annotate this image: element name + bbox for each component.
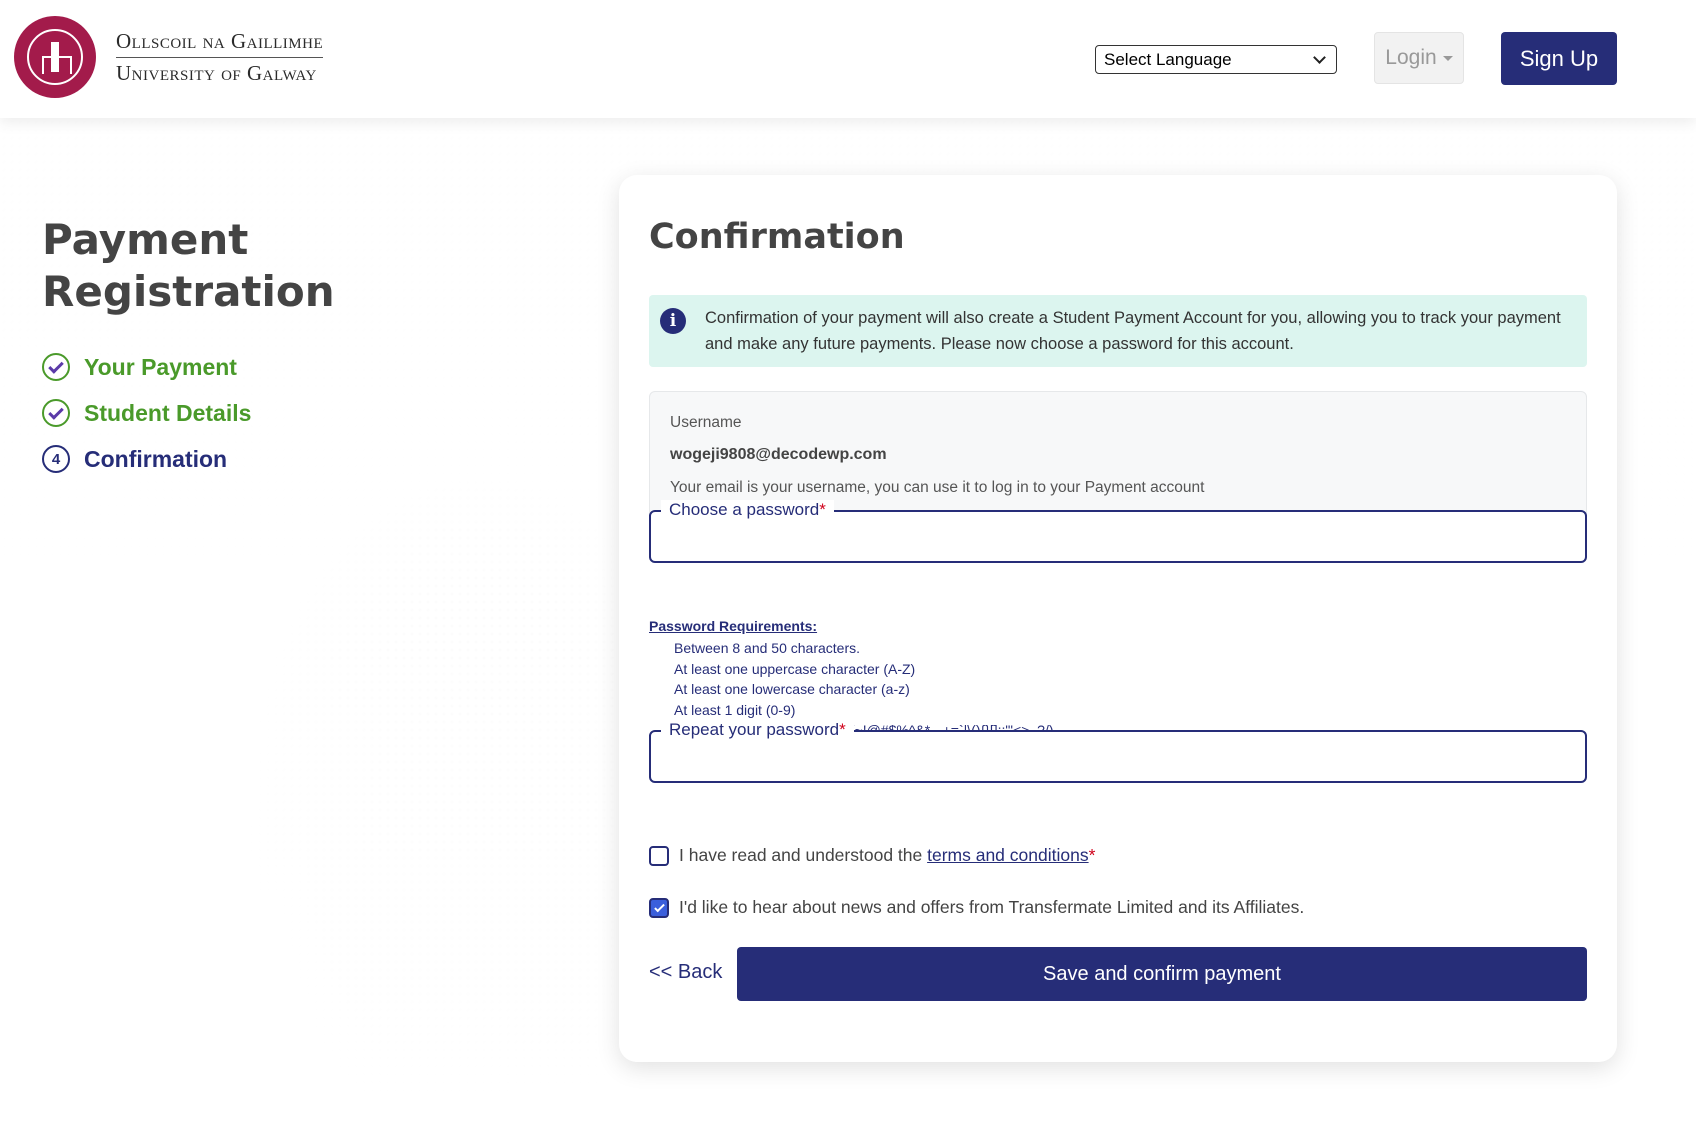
logo-wordmark: Ollscoil na Gaillimhe University of Galw… [116,29,324,86]
step-label: Your Payment [84,353,237,380]
news-label: I'd like to hear about news and offers f… [679,897,1305,917]
step-label: Student Details [84,399,252,426]
terms-checkbox[interactable] [649,845,669,866]
info-icon: i [660,308,686,334]
repeat-password-field[interactable]: Repeat your password* [649,720,1587,783]
registration-sidebar: Payment Registration Your Payment Studen… [42,214,362,482]
logo-line-english: University of Galway [116,60,317,85]
info-alert: i Confirmation of your payment will also… [649,295,1587,367]
password-input[interactable] [665,522,1565,552]
repeat-password-label: Repeat your password* [661,720,854,740]
university-seal-icon [14,16,96,98]
page-title: Payment Registration [42,215,335,316]
terms-label: I have read and understood the terms and… [679,845,1096,865]
step-confirmation: 4 Confirmation [42,436,362,482]
logo-line-irish: Ollscoil na Gaillimhe [116,29,324,58]
check-circle-icon [42,353,70,381]
back-link[interactable]: << Back [649,961,722,984]
confirmation-card: Confirmation i Confirmation of your paym… [619,175,1617,1062]
step-student-details[interactable]: Student Details [42,390,362,436]
language-select[interactable]: Select Language [1095,45,1337,74]
repeat-password-input[interactable] [665,742,1565,772]
username-value: wogeji9808@decodewp.com [670,446,887,463]
login-label: Login [1385,46,1437,69]
language-select-value: Select Language [1104,49,1232,69]
signup-button[interactable]: Sign Up [1501,32,1617,85]
info-text: Confirmation of your payment will also c… [705,309,1561,353]
steps-list: Your Payment Student Details 4 Confirmat… [42,344,362,482]
requirement-item: At least 1 digit (0-9) [674,701,796,718]
password-field-label: Choose a password* [661,500,834,520]
terms-link[interactable]: terms and conditions [927,845,1088,865]
news-row: I'd like to hear about news and offers f… [649,897,1304,918]
card-title: Confirmation [649,217,905,257]
terms-row: I have read and understood the terms and… [649,845,1095,866]
requirement-item: At least one uppercase character (A-Z) [674,660,916,677]
university-logo[interactable]: Ollscoil na Gaillimhe University of Galw… [14,16,324,98]
requirement-item: Between 8 and 50 characters. [674,640,861,656]
news-checkbox[interactable] [649,897,669,918]
requirement-item: At least one lowercase character (a-z) [674,681,910,697]
save-confirm-button[interactable]: Save and confirm payment [737,947,1587,1001]
step-number-badge: 4 [42,445,70,473]
step-your-payment[interactable]: Your Payment [42,344,362,390]
password-requirements-title: Password Requirements: [649,618,818,634]
step-label: Confirmation [84,445,228,472]
login-button[interactable]: Login [1374,32,1464,84]
chevron-down-icon [1313,50,1326,64]
username-label: Username [670,414,742,431]
top-header: Ollscoil na Gaillimhe University of Galw… [0,0,1696,118]
caret-down-icon [1442,55,1453,61]
check-circle-icon [42,399,70,427]
password-field[interactable]: Choose a password* [649,500,1587,563]
username-hint: Your email is your username, you can use… [670,479,1205,496]
